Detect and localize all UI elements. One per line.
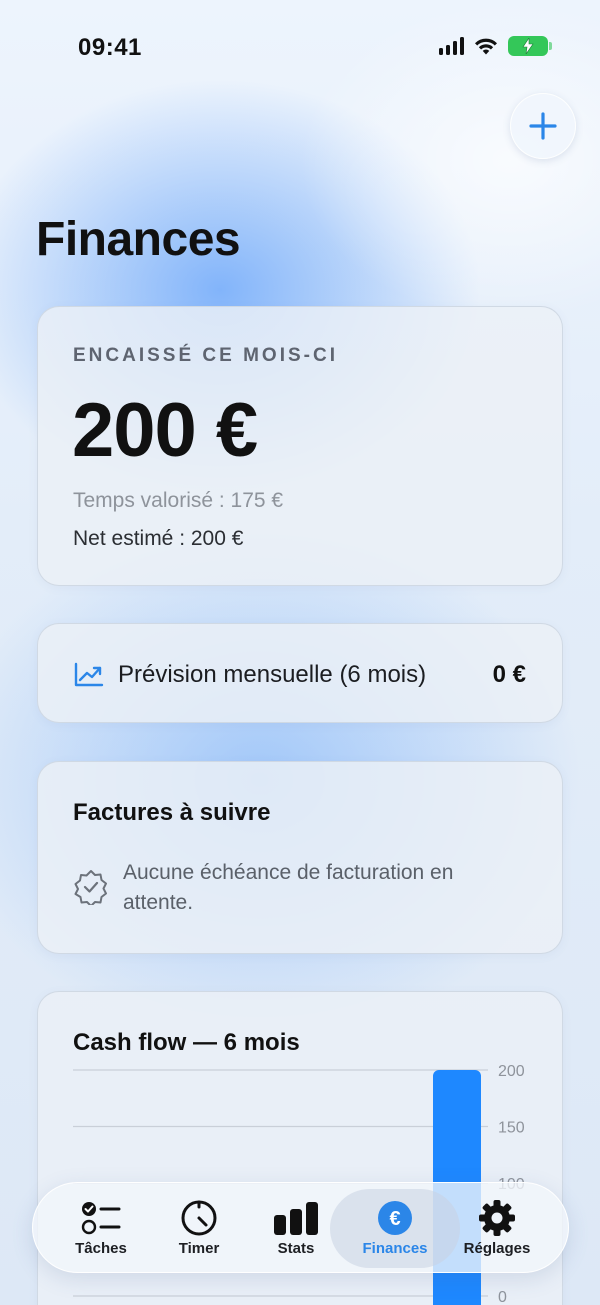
valued-time-text: Temps valorisé : 175 €	[73, 489, 284, 512]
bar-chart-icon	[274, 1202, 318, 1235]
y-tick-label: 200	[498, 1063, 525, 1080]
y-tick-label: 150	[498, 1120, 525, 1137]
monthly-income-card: ENCAISSÉ CE MOIS-CI 200 € Temps valorisé…	[37, 306, 563, 586]
card-kicker: ENCAISSÉ CE MOIS-CI	[73, 345, 338, 366]
add-button[interactable]	[510, 93, 576, 159]
plus-icon	[529, 112, 557, 140]
tab-stats[interactable]: Stats	[250, 1183, 342, 1274]
tab-finances[interactable]: € Finances	[330, 1189, 460, 1268]
tab-taches[interactable]: Tâches	[55, 1183, 147, 1274]
trend-up-icon	[74, 662, 104, 687]
wifi-icon	[475, 38, 497, 55]
gear-icon	[479, 1200, 515, 1236]
invoices-empty-message: Aucune échéance de facturation en attent…	[123, 861, 454, 914]
net-estimate-text: Net estimé : 200 €	[73, 527, 244, 550]
invoices-title: Factures à suivre	[73, 799, 271, 826]
status-icons	[439, 36, 552, 56]
y-tick-label: 0	[498, 1289, 507, 1305]
forecast-label: Prévision mensuelle (6 mois)	[118, 661, 427, 688]
verified-badge-icon	[74, 870, 107, 905]
cellular-signal-icon	[439, 37, 464, 55]
svg-text:€: €	[389, 1208, 400, 1230]
tab-reglages[interactable]: Réglages	[451, 1183, 543, 1274]
tab-label: Réglages	[463, 1240, 531, 1257]
page-title: Finances	[36, 213, 241, 266]
income-amount: 200 €	[72, 388, 258, 473]
euro-icon: €	[378, 1201, 412, 1235]
battery-icon	[508, 36, 552, 56]
tab-timer[interactable]: Timer	[153, 1183, 245, 1274]
forecast-value: 0 €	[492, 661, 526, 688]
invoices-to-follow-card: Factures à suivre Aucune échéance de fac…	[37, 761, 563, 954]
tab-label: Finances	[362, 1240, 428, 1257]
status-time: 09:41	[78, 34, 142, 61]
tab-bar: Tâches Timer Stats € Finances Réglages	[32, 1182, 569, 1273]
tab-label: Tâches	[75, 1240, 127, 1257]
checklist-icon	[81, 1202, 121, 1235]
tab-label: Stats	[277, 1240, 315, 1257]
timer-icon	[181, 1200, 217, 1236]
monthly-forecast-card[interactable]: Prévision mensuelle (6 mois) 0 €	[37, 623, 563, 723]
tab-label: Timer	[178, 1240, 220, 1257]
